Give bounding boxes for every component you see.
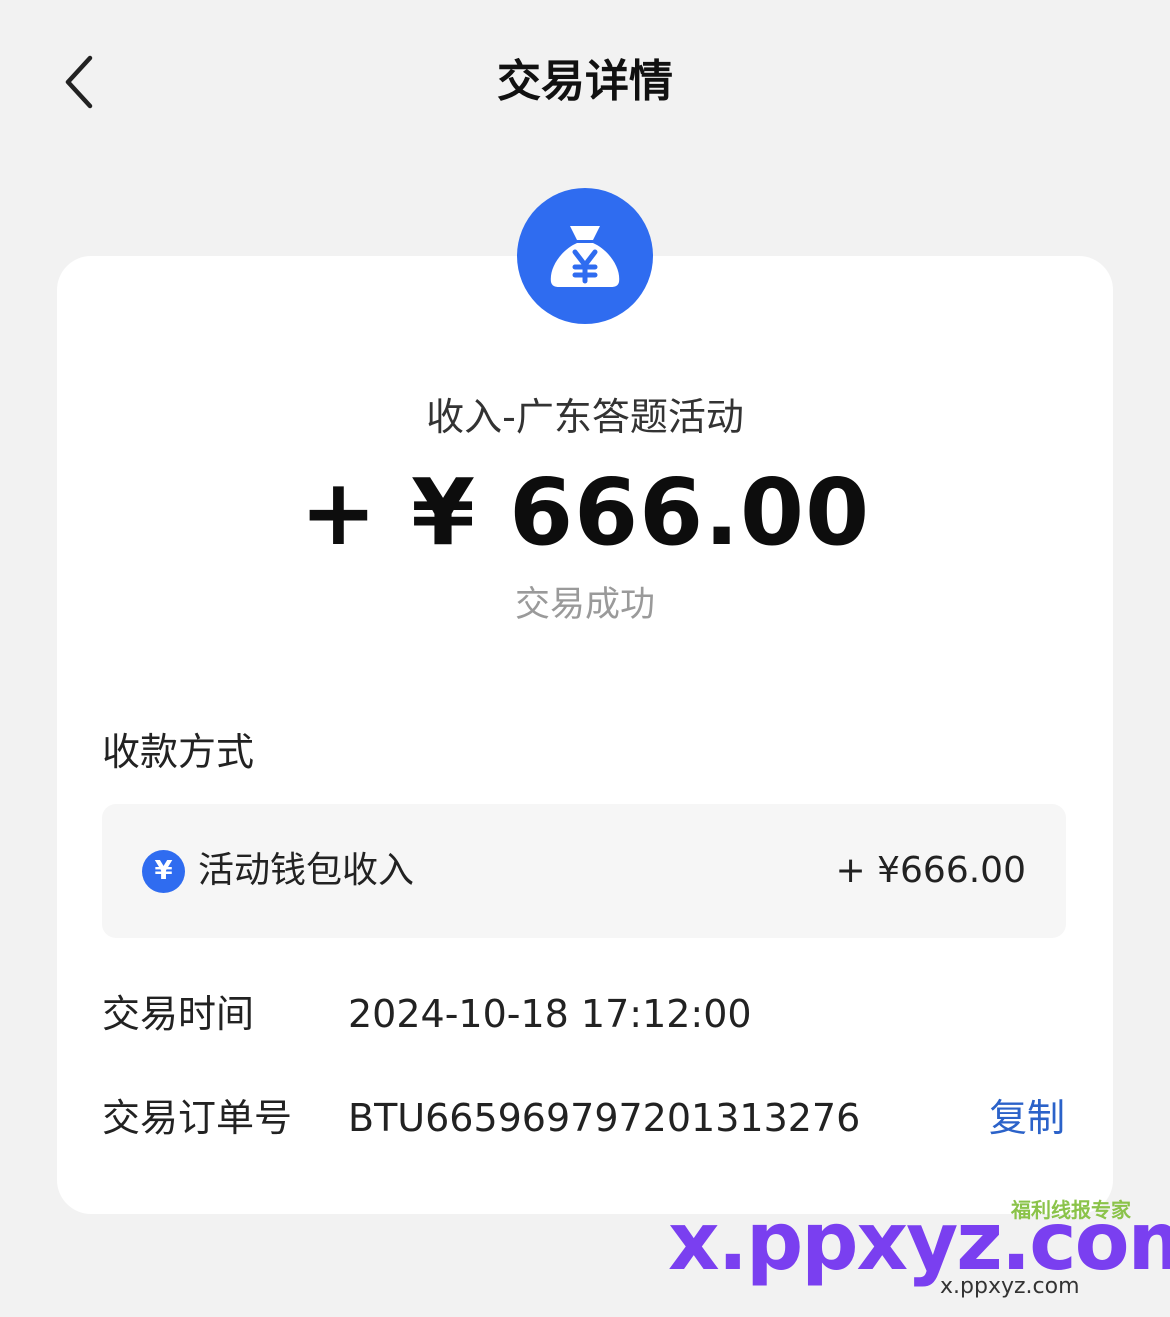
order-number-label: 交易订单号 <box>102 1096 293 1140</box>
watermark-badge: 福利线报专家 <box>1011 1198 1131 1222</box>
payment-method-label: 收款方式 <box>102 730 255 774</box>
transaction-status: 交易成功 <box>514 585 655 625</box>
watermark-subtext: x.ppxyz.com <box>940 1274 1080 1299</box>
order-number-value: BTU665969797201313276 <box>348 1096 861 1140</box>
watermark: x.ppxyz.com 福利线报专家 x.ppxyz.com <box>668 1192 1170 1302</box>
transaction-amount: + ¥ 666.00 <box>299 459 871 566</box>
payment-method-amount: + ¥666.00 <box>835 850 1026 891</box>
payment-method-name: 活动钱包收入 <box>198 850 415 891</box>
transaction-time-value: 2024-10-18 17:12:00 <box>348 992 752 1036</box>
yen-circle-icon: ¥ <box>142 850 185 893</box>
payment-method-row: ¥ 活动钱包收入 + ¥666.00 <box>102 804 1066 938</box>
copy-button[interactable]: 复制 <box>989 1090 1065 1146</box>
transaction-time-label: 交易时间 <box>102 992 255 1036</box>
money-bag-yen-icon <box>517 188 653 324</box>
transaction-description: 收入-广东答题活动 <box>426 395 744 439</box>
page-title: 交易详情 <box>497 56 673 107</box>
